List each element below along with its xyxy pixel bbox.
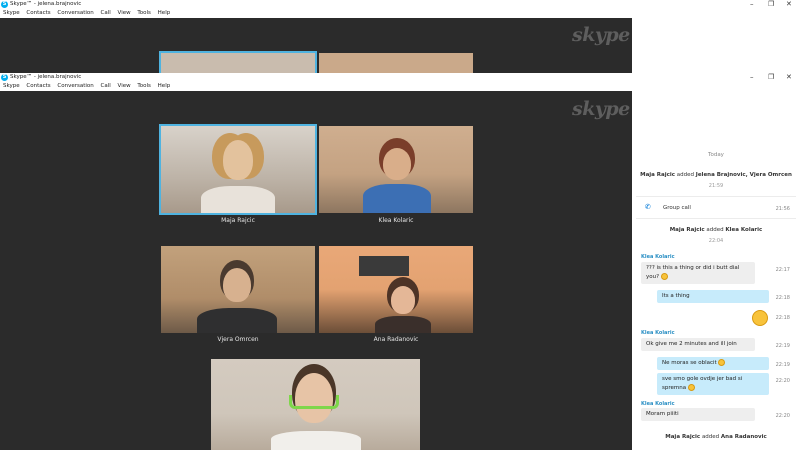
video-stage-back: skype — [0, 18, 632, 75]
message-time: 22:18 — [775, 315, 790, 321]
chat-panel: Today Maja Rajcic added Jelena Brajnovic… — [632, 91, 800, 450]
message-text: ??? is this a thing or did i butt dial y… — [646, 265, 740, 280]
sender-name[interactable]: Klea Kolaric — [641, 254, 675, 260]
system-verb: added — [676, 172, 695, 178]
system-message: Maja Rajcic added Ana Radanovic — [632, 434, 800, 440]
actor-name: Maja Rajcic — [669, 227, 705, 233]
grin-emoji-icon — [687, 384, 695, 391]
call-event[interactable]: Group call — [663, 205, 691, 211]
window-title: Skype™ - jelena.brajnovic — [10, 74, 82, 80]
video-tile-back-2[interactable] — [319, 53, 473, 73]
menu-help[interactable]: Help — [158, 10, 171, 16]
video-stage: skype Maja Rajcic Klea Kolaric Vjera Omr… — [0, 91, 632, 450]
participant-name: Vjera Omrcen — [217, 336, 259, 343]
skype-watermark: skype — [572, 98, 630, 120]
divider — [636, 218, 796, 219]
participant-video-body — [201, 186, 275, 213]
skype-logo-icon: S — [1, 74, 8, 81]
headphones-icon — [289, 395, 339, 409]
menu-conversation[interactable]: Conversation — [57, 10, 93, 16]
menu-view[interactable]: View — [118, 83, 131, 89]
message-time: 22:04 — [708, 238, 724, 244]
sender-name[interactable]: Klea Kolaric — [641, 330, 675, 336]
message-time: 22:20 — [775, 378, 790, 384]
menu-call[interactable]: Call — [101, 10, 111, 16]
menu-tools[interactable]: Tools — [137, 83, 151, 89]
message-time: 22:17 — [775, 267, 790, 273]
menu-help[interactable]: Help — [158, 83, 171, 89]
title-bar: S Skype™ - jelena.brajnovic – ❐ ✕ — [0, 0, 800, 9]
video-tile-ana[interactable] — [319, 246, 473, 333]
participant-video-body — [375, 316, 431, 333]
video-tile-vjera[interactable] — [161, 246, 315, 333]
participant-video — [383, 148, 411, 180]
chat-message: Moram piiiti — [641, 408, 755, 421]
chat-message: sve smo gole ovdje jer bad si spremna — [657, 373, 769, 395]
smiley-emoji-icon — [660, 273, 668, 280]
menu-conversation[interactable]: Conversation — [57, 83, 93, 89]
chat-message: ??? is this a thing or did i butt dial y… — [641, 262, 755, 284]
participant-name: Klea Kolaric — [378, 217, 414, 224]
message-time: 21:59 — [708, 183, 724, 189]
video-tile-maja[interactable] — [159, 124, 317, 215]
menu-contacts[interactable]: Contacts — [26, 83, 50, 89]
menu-skype[interactable]: Skype — [3, 83, 20, 89]
video-tile-back-1[interactable] — [159, 51, 317, 75]
participant-video-body — [197, 308, 277, 333]
skype-logo-icon: S — [1, 1, 8, 8]
window-title: Skype™ - jelena.brajnovic — [10, 1, 82, 7]
chat-message: Its a thing — [657, 290, 769, 303]
skype-window-back: S Skype™ - jelena.brajnovic – ❐ ✕ Skype … — [0, 0, 800, 75]
target-names: Jelena Brajnovic, Vjera Omrcen — [695, 172, 792, 178]
video-tile-klea[interactable] — [319, 126, 473, 213]
participant-video-body — [363, 184, 431, 213]
participant-name: Maja Rajcic — [221, 217, 255, 224]
message-time: 22:20 — [775, 413, 790, 419]
restore-button[interactable]: ❐ — [768, 0, 774, 9]
minimize-button[interactable]: – — [750, 73, 754, 82]
menu-contacts[interactable]: Contacts — [26, 10, 50, 16]
phone-icon: ✆ — [645, 203, 651, 211]
participant-video — [223, 268, 251, 302]
sender-name[interactable]: Klea Kolaric — [641, 401, 675, 407]
system-verb: added — [701, 434, 720, 440]
large-smiley-emoji-icon — [752, 310, 768, 326]
message-time: 22:19 — [775, 343, 790, 349]
menu-bar: Skype Contacts Conversation Call View To… — [0, 82, 800, 91]
self-video-body — [271, 431, 361, 450]
system-verb: added — [706, 227, 724, 233]
target-names: Klea Kolaric — [725, 227, 763, 233]
skype-watermark: skype — [572, 24, 630, 46]
menu-bar: Skype Contacts Conversation Call View To… — [0, 9, 800, 18]
message-time: 21:56 — [775, 206, 790, 212]
message-text: Ne moras se oblacit — [662, 360, 717, 366]
system-message: Maja Rajcic added Klea Kolaric — [632, 227, 800, 233]
wall-picture — [359, 256, 409, 276]
date-divider: Today — [708, 152, 724, 158]
smiley-emoji-icon — [718, 359, 726, 366]
menu-skype[interactable]: Skype — [3, 10, 20, 16]
participant-video — [391, 286, 415, 314]
minimize-button[interactable]: – — [750, 0, 754, 9]
message-text: sve smo gole ovdje jer bad si spremna — [662, 376, 743, 391]
self-video-tile[interactable] — [211, 359, 420, 450]
title-bar: S Skype™ - jelena.brajnovic – ❐ ✕ — [0, 73, 800, 82]
divider — [636, 196, 796, 197]
message-time: 22:18 — [775, 295, 790, 301]
chat-message: Ne moras se oblacit — [657, 357, 769, 370]
menu-view[interactable]: View — [118, 10, 131, 16]
participant-name: Ana Radanovic — [373, 336, 419, 343]
close-button[interactable]: ✕ — [786, 0, 792, 9]
system-message: Maja Rajcic added Jelena Brajnovic, Vjer… — [632, 172, 800, 178]
message-time: 22:19 — [775, 362, 790, 368]
actor-name: Maja Rajcic — [665, 434, 701, 440]
menu-call[interactable]: Call — [101, 83, 111, 89]
restore-button[interactable]: ❐ — [768, 73, 774, 82]
menu-tools[interactable]: Tools — [137, 10, 151, 16]
participant-video — [223, 140, 253, 180]
close-button[interactable]: ✕ — [786, 73, 792, 82]
actor-name: Maja Rajcic — [640, 172, 676, 178]
chat-message: Ok give me 2 minutes and ill join — [641, 338, 755, 351]
target-names: Ana Radanovic — [720, 434, 767, 440]
